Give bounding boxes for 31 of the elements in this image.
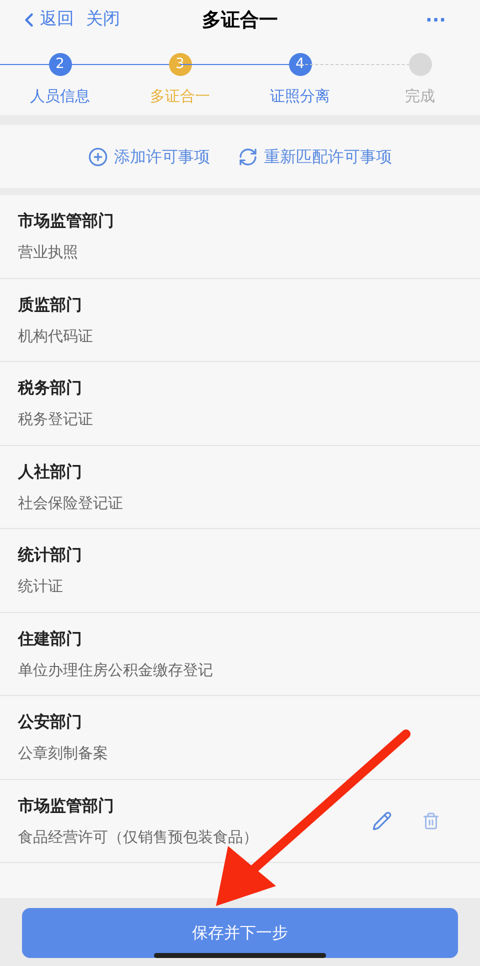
more-button[interactable]: ··· [425, 6, 446, 34]
add-license-button[interactable]: 添加许可事项 [88, 144, 210, 168]
add-icon [88, 146, 108, 166]
delete-icon[interactable] [422, 812, 440, 830]
department-name: 市场监管部门 [18, 210, 114, 232]
step-label: 完成 [405, 86, 435, 107]
license-name: 机构代码证 [18, 326, 93, 346]
page-title: 多证合一 [202, 8, 278, 33]
license-name: 食品经营许可（仅销售预包装食品） [18, 826, 258, 848]
department-name: 人社部门 [18, 460, 83, 482]
back-button[interactable]: 返回 [22, 7, 74, 33]
department-name: 税务部门 [18, 377, 83, 399]
step-label: 人员信息 [30, 86, 90, 107]
license-name: 统计证 [18, 576, 64, 597]
edit-icon[interactable] [372, 810, 392, 831]
department-name: 统计部门 [18, 544, 82, 566]
license-name: 税务登记证 [18, 409, 93, 430]
step-label: 证照分离 [270, 86, 330, 107]
rematch-button[interactable]: 重新匹配许可事项 [238, 144, 392, 168]
close-button[interactable]: 关闭 [86, 7, 120, 33]
step-label: 多证合一 [150, 86, 210, 107]
save-next-button[interactable]: 保存并下一步 [22, 908, 458, 958]
license-name: 单位办理住房公积金缴存登记 [18, 660, 213, 680]
department-name: 公安部门 [18, 711, 83, 733]
department-name: 住建部门 [18, 628, 83, 650]
license-name: 营业执照 [18, 242, 79, 263]
license-name: 社会保险登记证 [18, 492, 123, 514]
department-name: 市场监管部门 [18, 794, 115, 816]
license-name: 公章刻制备案 [18, 743, 108, 764]
refresh-icon [238, 146, 258, 166]
department-name: 质监部门 [18, 294, 83, 316]
